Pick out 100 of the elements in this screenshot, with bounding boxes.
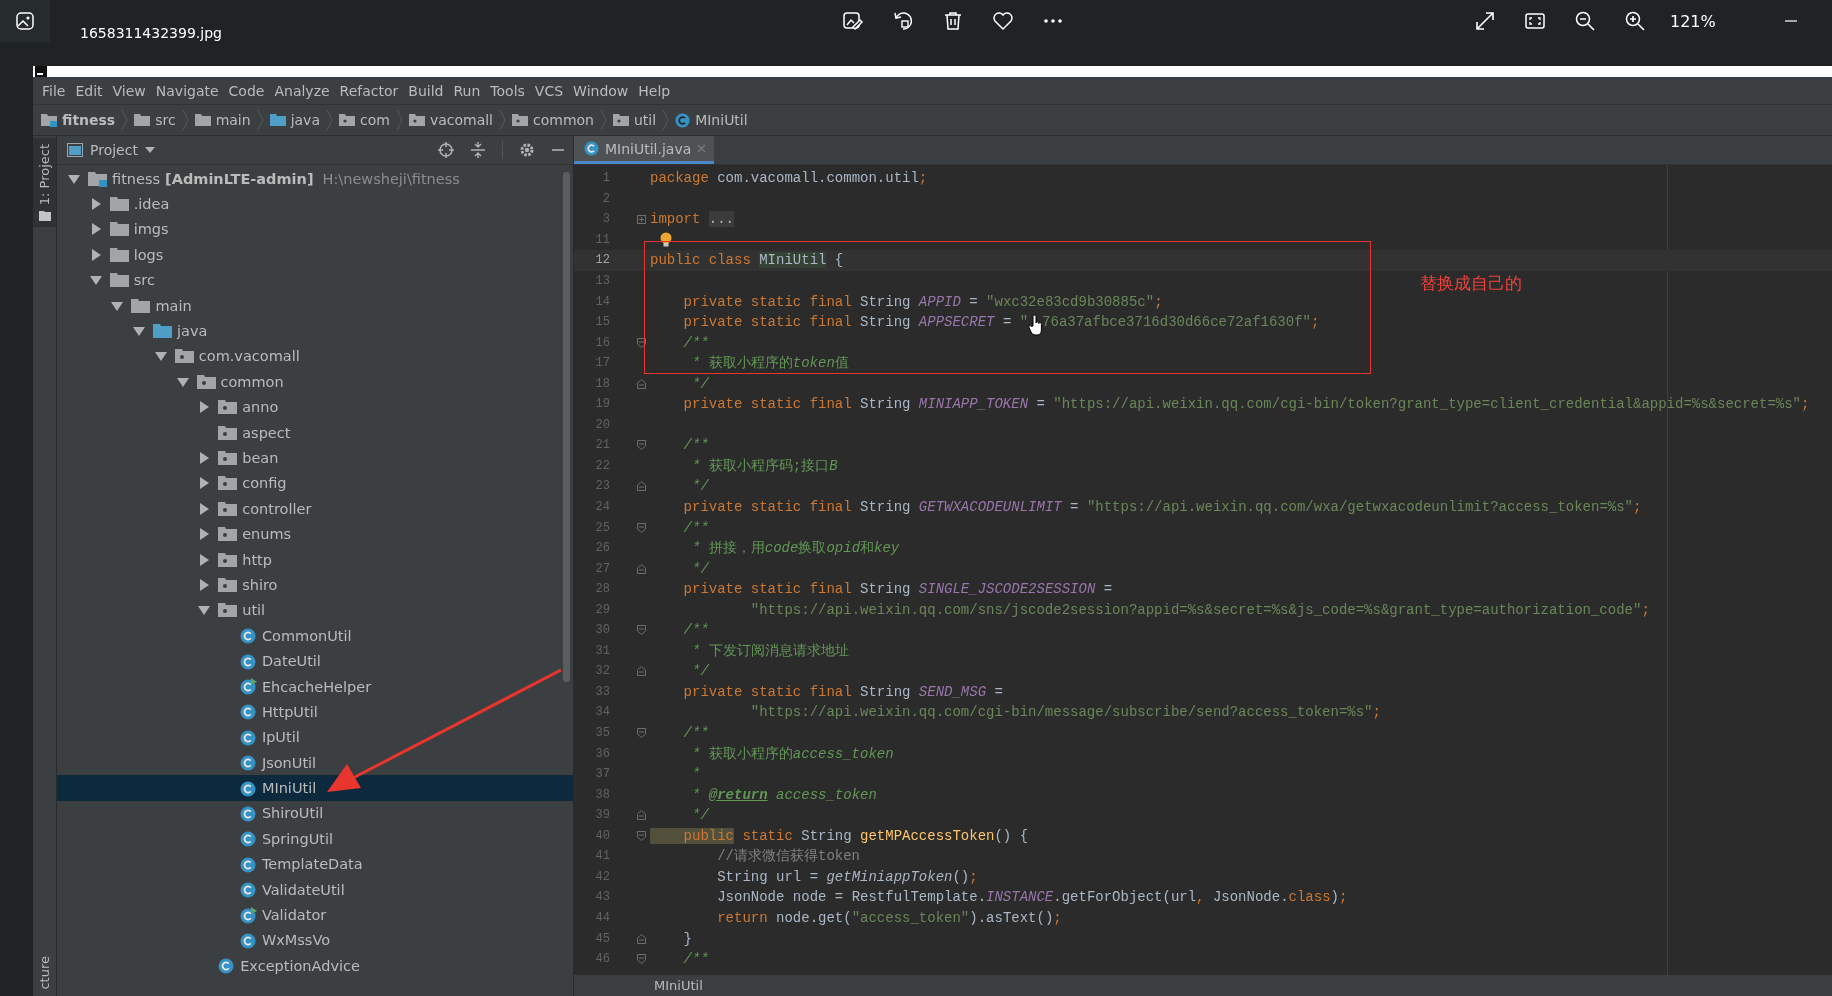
settings-icon[interactable]	[519, 142, 535, 158]
collapsed-arrow-icon[interactable]	[198, 452, 211, 464]
tree-item[interactable]: IpUtil	[57, 724, 573, 750]
menu-item[interactable]: Help	[633, 80, 676, 101]
breadcrumb-item[interactable]: src	[134, 112, 176, 128]
menu-item[interactable]: Code	[223, 80, 270, 101]
tree-item[interactable]: .idea	[57, 191, 573, 217]
breadcrumb-item[interactable]: fitness	[41, 112, 116, 128]
fold-icon[interactable]	[637, 830, 646, 841]
tree-item[interactable]: JsonUtil	[57, 750, 573, 776]
fold-icon[interactable]	[637, 728, 646, 739]
tree-item[interactable]: ExceptionAdvice	[57, 953, 573, 979]
menu-item[interactable]: Window	[568, 80, 634, 101]
tree-item[interactable]: fitness [AdminLTE-admin] H:\newsheji\fitness	[57, 166, 573, 192]
gallery-button[interactable]	[0, 0, 50, 42]
tree-item[interactable]: DateUtil	[57, 648, 573, 674]
collapsed-arrow-icon[interactable]	[198, 528, 211, 541]
tree-item[interactable]: HttpUtil	[57, 699, 573, 725]
breadcrumb-item[interactable]: main	[194, 112, 251, 128]
code-doc-comment: */	[691, 560, 709, 577]
expanded-arrow-icon[interactable]	[198, 604, 211, 617]
tree-item[interactable]: aspect	[57, 419, 573, 446]
fold-end-icon[interactable]	[637, 810, 646, 821]
tree-item[interactable]: common	[57, 369, 573, 395]
fold-icon[interactable]	[637, 337, 646, 348]
menu-item[interactable]: Navigate	[150, 80, 224, 101]
tree-item[interactable]: MIniUtil	[57, 775, 573, 801]
tree-item[interactable]: java	[57, 318, 573, 344]
fold-end-icon[interactable]	[637, 481, 646, 492]
tree-item[interactable]: ShiroUtil	[57, 800, 573, 827]
breadcrumb-item[interactable]: util	[613, 112, 657, 128]
breadcrumb-item[interactable]: common	[512, 112, 594, 128]
collapsed-arrow-icon[interactable]	[89, 248, 102, 261]
tree-item[interactable]: bean	[57, 445, 573, 471]
tree-item[interactable]: http	[57, 546, 573, 573]
menu-item[interactable]: VCS	[529, 80, 569, 101]
code-doc-comment: 换取	[798, 539, 827, 558]
tree-item[interactable]: src	[57, 267, 573, 293]
tree-item[interactable]: main	[57, 292, 573, 319]
breadcrumb-item[interactable]: vacomall	[408, 112, 493, 128]
fold-end-icon[interactable]	[637, 563, 646, 574]
menu-item[interactable]: Tools	[485, 80, 530, 101]
tree-item[interactable]: TemplateData	[57, 851, 573, 877]
editor-tab[interactable]: MIniUtil.java	[574, 136, 715, 164]
fold-icon[interactable]	[637, 522, 646, 533]
scrollbar-thumb[interactable]	[563, 172, 570, 682]
expanded-arrow-icon[interactable]	[176, 375, 189, 388]
tool-window-tab[interactable]: 1: Project	[33, 138, 56, 228]
tree-item[interactable]: EhcacheHelper	[57, 673, 573, 700]
fold-end-icon[interactable]	[637, 933, 646, 944]
tree-item[interactable]: WxMssVo	[57, 927, 573, 954]
expanded-arrow-icon[interactable]	[89, 274, 102, 287]
collapsed-arrow-icon[interactable]	[198, 553, 211, 566]
menu-item[interactable]: View	[107, 80, 151, 101]
collapsed-arrow-icon[interactable]	[198, 401, 211, 414]
tree-item[interactable]: Validator	[57, 902, 573, 928]
expand-fold-icon[interactable]	[637, 214, 646, 224]
collapsed-arrow-icon[interactable]	[198, 502, 211, 515]
tree-item[interactable]: com.vacomall	[57, 343, 573, 370]
collapsed-arrow-icon[interactable]	[198, 578, 211, 591]
expanded-arrow-icon[interactable]	[154, 350, 167, 363]
tree-item[interactable]: SpringUtil	[57, 826, 573, 852]
line-number: 37	[594, 767, 610, 782]
tree-item[interactable]: enums	[57, 521, 573, 547]
tree-item[interactable]: anno	[57, 394, 573, 420]
tree-item[interactable]: shiro	[57, 572, 573, 598]
menu-item[interactable]: Run	[448, 80, 486, 101]
breadcrumb-item[interactable]: java	[269, 112, 320, 128]
menu-item[interactable]: File	[37, 80, 71, 101]
menu-item[interactable]: Analyze	[269, 80, 335, 101]
tree-item[interactable]: controller	[57, 496, 573, 522]
tree-item[interactable]: imgs	[57, 216, 573, 243]
tree-item[interactable]: CommonUtil	[57, 623, 573, 649]
project-view-dropdown[interactable]: Project	[61, 141, 161, 159]
collapsed-arrow-icon[interactable]	[198, 477, 211, 490]
fold-icon[interactable]	[637, 954, 646, 965]
collapsed-arrow-icon[interactable]	[89, 198, 102, 211]
fold-end-icon[interactable]	[637, 378, 646, 389]
collapsed-arrow-icon[interactable]	[89, 223, 102, 236]
tree-item[interactable]: config	[57, 470, 573, 497]
locate-icon[interactable]	[438, 142, 454, 158]
fold-icon[interactable]	[637, 625, 646, 636]
fold-icon[interactable]	[637, 440, 646, 451]
expanded-arrow-icon[interactable]	[111, 299, 124, 312]
lightbulb-icon[interactable]	[660, 231, 672, 247]
code-breadcrumb[interactable]: MIniUtil	[654, 978, 703, 993]
class-icon	[239, 804, 257, 822]
breadcrumb-item[interactable]: com	[339, 112, 390, 128]
expanded-arrow-icon[interactable]	[133, 325, 146, 338]
menu-item[interactable]: Edit	[70, 80, 108, 101]
tree-item[interactable]: util	[57, 597, 573, 624]
fold-end-icon[interactable]	[637, 666, 646, 677]
breadcrumb-item[interactable]: MIniUtil	[675, 112, 748, 128]
tree-item[interactable]: ValidateUtil	[57, 876, 573, 903]
tree-item[interactable]: logs	[57, 242, 573, 268]
menu-item[interactable]: Refactor	[334, 80, 404, 101]
collapse-all-icon[interactable]	[470, 142, 486, 158]
tool-window-tab[interactable]: cture	[33, 950, 56, 996]
expanded-arrow-icon[interactable]	[68, 172, 80, 185]
menu-item[interactable]: Build	[403, 80, 449, 101]
